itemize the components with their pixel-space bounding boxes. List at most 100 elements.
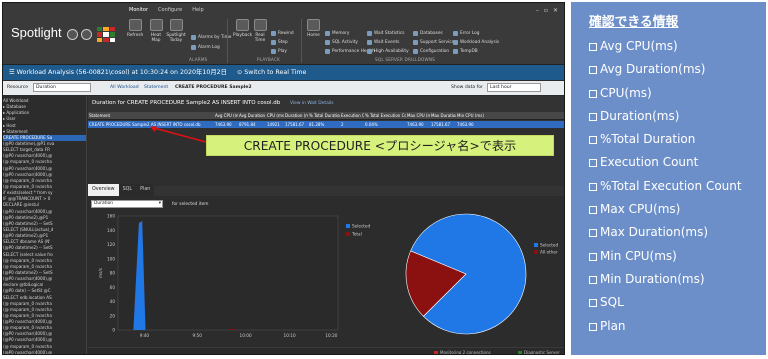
column-header[interactable]: Execution Count [340,112,364,119]
x-tick-label: 10:10 [284,333,296,338]
info-list-item: Execution Count [589,155,766,178]
column-header[interactable]: Statement [88,112,214,119]
support-services-button[interactable]: Support Services [413,40,456,45]
spotlight-today-icon [169,19,183,31]
view-wait-details-link[interactable]: View in Wait Details [290,101,334,106]
databases-icon [413,31,418,36]
resource-label: Resource [7,85,29,90]
breadcrumb-statement[interactable]: Statement [144,85,168,90]
refresh-button[interactable]: Refresh [127,19,143,38]
minimize-icon[interactable]: – [536,7,539,14]
y-tick-label: 60 [110,285,116,290]
column-header[interactable]: Max CPU (ms) [406,112,430,119]
y-tick-label: 140 [107,228,115,233]
info-list-item: Max Duration(ms) [589,225,766,248]
databases-button[interactable]: Databases [413,31,443,36]
checkbox-square-icon [589,159,597,168]
error-log-button[interactable]: Error Log [453,31,480,36]
checkbox-square-icon [589,112,597,121]
column-header[interactable]: % Total Execution Count [364,112,406,119]
close-icon[interactable]: ✕ [553,7,558,14]
home-button[interactable]: Home [307,19,320,38]
back-icon[interactable] [67,29,78,40]
alarm-log-button[interactable]: Alarm Log [191,45,220,50]
configuration-icon [413,49,418,54]
resource-select[interactable]: Duration [33,83,91,92]
column-header[interactable]: Avg Duration (ms) [238,112,266,119]
checkbox-square-icon [589,182,597,191]
menu-tab-help[interactable]: Help [192,7,203,13]
menu-icon[interactable]: ☰ [9,69,17,76]
y-tick-label: 100 [107,256,115,261]
memory-button[interactable]: Memory [325,31,349,36]
tab-overview[interactable]: Overview [88,184,119,196]
diagnostic-server-status: Diagnostic Server [518,350,560,354]
info-list-item: Min CPU(ms) [589,249,766,272]
show-data-label: Show data for [451,85,483,90]
column-header[interactable]: CPU (ms) [266,112,284,119]
info-list-item: Plan [589,319,766,342]
tab-sql[interactable]: SQL [119,184,137,196]
wait-statistics-button[interactable]: Wait Statistics [367,31,405,36]
y-tick-label: 120 [107,242,115,247]
tempdb-button[interactable]: TempDB [453,49,478,54]
column-header[interactable]: Avg CPU (ms) [214,112,238,119]
workload-analysis-button[interactable]: Workload Analysis [453,40,499,45]
column-header[interactable]: % Total Duration [308,112,340,119]
legend-swatch [346,224,350,228]
info-list-item: Duration(ms) [589,109,766,132]
info-list: Avg CPU(ms) Avg Duration(ms) CPU(ms) Durati… [589,39,766,342]
info-item-label: Avg Duration(ms) [600,62,706,77]
wait-events-button[interactable]: Wait Events [367,40,399,45]
workload-title-bar: ☰ Workload Analysis (56-00821\cosol) at … [3,65,564,80]
y-tick-label: 0 [112,328,115,333]
checkbox-square-icon [589,66,597,75]
column-header[interactable]: Min CPU (ms) [456,112,564,119]
monitoring-status: Monitoring 2 connections [434,350,491,354]
rewind-button[interactable]: Rewind [271,31,294,36]
y-tick-label: 80 [110,271,116,276]
group-label-alarms: ALARMS [189,57,208,62]
table-cell: 0.04% [365,122,378,127]
configuration-button[interactable]: Configuration [413,49,449,54]
status-bar: Monitoring 2 connections Diagnostic Serv… [88,347,564,354]
tab-plan[interactable]: Plan [136,184,154,196]
real-time-button[interactable]: Real Time [253,19,267,43]
menu-tab-configure[interactable]: Configure [158,7,182,13]
switch-realtime-link[interactable]: ⊙ Switch to Real Time [237,69,306,76]
breadcrumb-all-workload[interactable]: All Workload [110,85,139,90]
tree-item[interactable]: (@P0 nvarchar(4000),@ [3,350,86,354]
menu-tab-monitor[interactable]: Monitor [129,7,148,13]
step-button[interactable]: Step [271,40,288,45]
play-button[interactable]: Play [271,49,287,54]
high-availability-button[interactable]: High Availability [367,49,409,54]
column-header[interactable]: Max Duration (ms) [430,112,456,119]
x-tick-label: 10:20 [325,333,337,338]
tempdb-icon [453,49,458,54]
info-item-label: Max Duration(ms) [600,225,709,240]
alarms-by-time-button[interactable]: Alarms by Time [191,35,231,40]
spotlight-today-button[interactable]: Spotlight Today [165,19,187,43]
plot-area [117,215,339,331]
info-item-label: Avg CPU(ms) [600,39,678,53]
duration-area-chart: 0 20 40 60 80 100 120 140 160 ms/s 9:40 9:50 10:00 10… [98,214,370,339]
info-item-label: Execution Count [600,155,699,170]
column-header[interactable]: Duration (ms) [284,112,308,119]
maximize-icon[interactable]: ▫ [544,7,548,14]
group-label-playback: PLAYBACK [257,57,280,62]
spotlight-logo-icon [97,27,115,42]
info-list-item: Max CPU(ms) [589,202,766,225]
info-item-label: %Total Duration [600,132,696,147]
callout-annotation: CREATE PROCEDURE <プロシージャ名>で表示 [206,135,554,156]
checkbox-square-icon [589,322,597,331]
info-list-item: CPU(ms) [589,86,766,109]
time-range-select[interactable]: Last hour [487,83,541,92]
checkbox-square-icon [589,136,597,145]
heat-map-button[interactable]: Heat Map [149,19,163,43]
home-nav-icon[interactable] [81,29,92,40]
sql-activity-button[interactable]: SQL Activity [325,40,358,45]
workload-title: Workload Analysis (56-00821\cosol) at 10… [16,69,227,76]
real-time-icon [253,19,267,31]
playback-button[interactable]: Playback [233,19,252,38]
checkbox-square-icon [589,299,597,308]
